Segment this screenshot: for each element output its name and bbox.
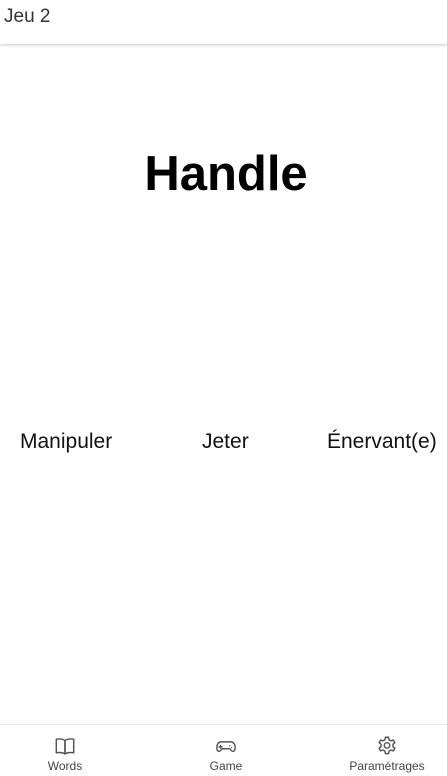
- top-app-bar: Jeu 2: [0, 0, 447, 44]
- app-root: Jeu 2 Handle Manipuler Jeter Énervant(e)…: [0, 0, 447, 776]
- nav-label-game: Game: [209, 759, 243, 773]
- nav-item-game[interactable]: Game: [166, 725, 286, 776]
- word-prompt: Handle: [144, 147, 308, 201]
- book-icon: [55, 738, 75, 755]
- answer-option-3[interactable]: Énervant(e): [327, 428, 437, 456]
- answer-options: Manipuler Jeter Énervant(e): [0, 428, 447, 458]
- answer-option-2[interactable]: Jeter: [202, 428, 249, 456]
- bottom-navigation: Words Game Paramétrages: [0, 724, 447, 776]
- page-title: Jeu 2: [4, 6, 51, 27]
- nav-item-settings[interactable]: Paramétrages: [327, 725, 447, 776]
- nav-label-words: Words: [47, 759, 83, 773]
- nav-label-settings: Paramétrages: [349, 759, 425, 773]
- gamepad-icon: [216, 741, 236, 753]
- nav-item-words[interactable]: Words: [5, 725, 125, 776]
- answer-option-1[interactable]: Manipuler: [20, 428, 112, 456]
- gear-icon: [378, 736, 396, 755]
